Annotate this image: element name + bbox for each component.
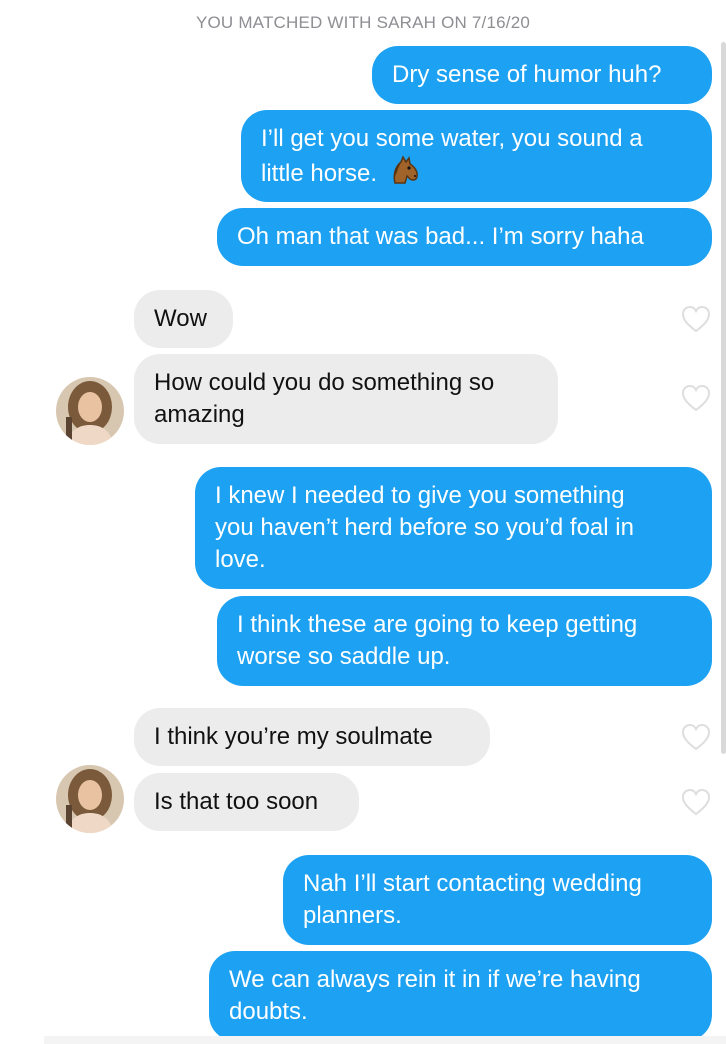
message-line: Is that too soon — [154, 788, 319, 815]
message-line: Wow — [154, 305, 207, 332]
avatar[interactable] — [56, 765, 124, 833]
message-line: love. — [215, 546, 266, 573]
message-line: you haven’t herd before so you’d foal in — [215, 514, 634, 541]
sent-message[interactable]: Oh man that was bad... I’m sorry haha — [217, 208, 712, 266]
scrollbar[interactable] — [721, 42, 726, 754]
heart-outline-icon[interactable] — [680, 722, 712, 752]
sent-message[interactable]: I’ll get you some water, you sound a lit… — [241, 110, 712, 202]
message-line: We can always rein it in if we’re having — [229, 966, 641, 993]
sent-message[interactable]: Dry sense of humor huh? — [372, 46, 712, 104]
message-line: How could you do something so — [154, 369, 495, 396]
message-line: worse so saddle up. — [237, 643, 451, 670]
message-line: Oh man that was bad... I’m sorry haha — [237, 223, 644, 250]
received-message[interactable]: How could you do something so amazing — [134, 354, 558, 444]
message-line: Dry sense of humor huh? — [392, 61, 662, 88]
sent-message[interactable]: I think these are going to keep getting … — [217, 596, 712, 686]
heart-outline-icon[interactable] — [680, 383, 712, 413]
message-line: I’ll get you some water, you sound a — [261, 125, 643, 152]
received-message[interactable]: I think you’re my soulmate — [134, 708, 490, 766]
received-message[interactable]: Is that too soon — [134, 773, 359, 831]
message-line: amazing — [154, 401, 245, 428]
message-line: little horse. — [261, 160, 378, 187]
message-line: I think these are going to keep getting — [237, 611, 638, 638]
sent-message[interactable]: Nah I’ll start contacting wedding planne… — [283, 855, 712, 945]
received-message[interactable]: Wow — [134, 290, 233, 348]
message-line: planners. — [303, 902, 402, 929]
match-header: YOU MATCHED WITH SARAH ON 7/16/20 — [195, 13, 531, 32]
divider — [44, 1036, 726, 1044]
message-line: I knew I needed to give you something — [215, 482, 625, 509]
message-line: Nah I’ll start contacting wedding — [303, 870, 642, 897]
message-line: I think you’re my soulmate — [154, 723, 433, 750]
heart-outline-icon[interactable] — [680, 304, 712, 334]
sent-message[interactable]: We can always rein it in if we’re having… — [209, 951, 712, 1041]
horse-face-emoji-icon — [387, 155, 421, 194]
sent-message[interactable]: I knew I needed to give you something yo… — [195, 467, 712, 589]
avatar[interactable] — [56, 377, 124, 445]
message-line: doubts. — [229, 998, 308, 1025]
heart-outline-icon[interactable] — [680, 787, 712, 817]
